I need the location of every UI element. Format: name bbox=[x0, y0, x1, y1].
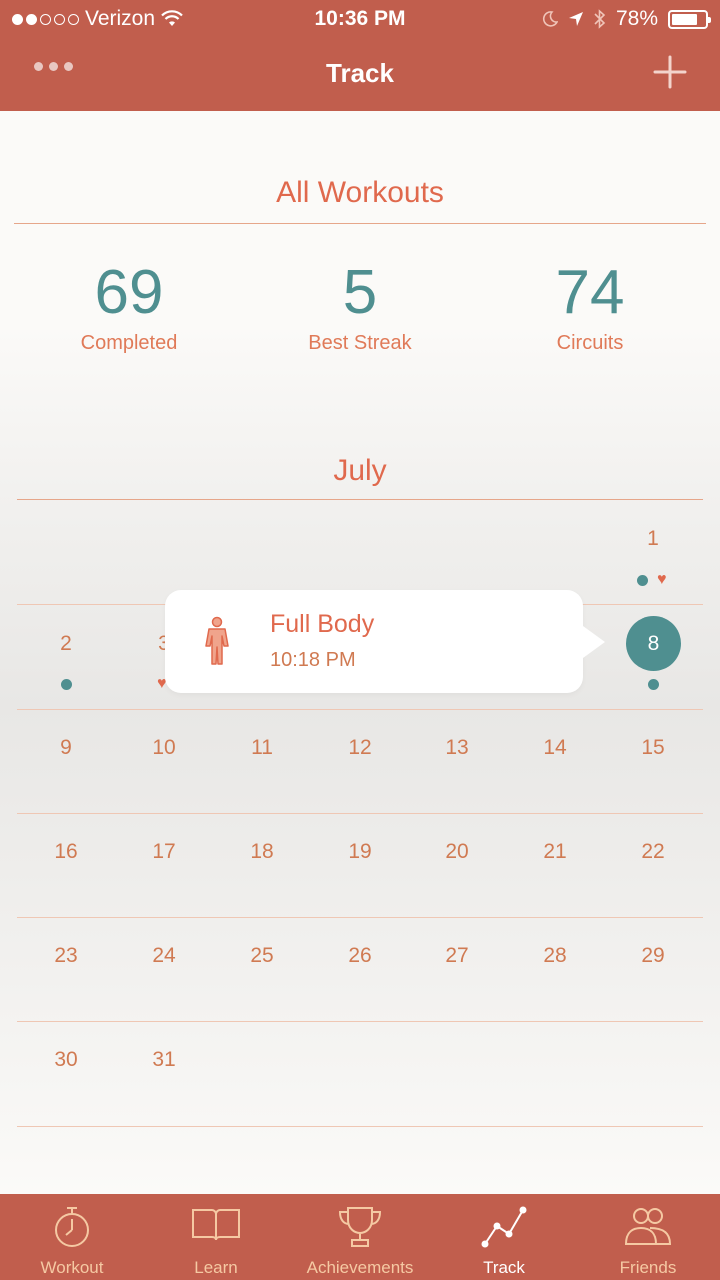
calendar-day[interactable]: 14 bbox=[525, 736, 585, 760]
calendar-day[interactable]: 20 bbox=[427, 840, 487, 864]
calendar-day[interactable]: 28 bbox=[525, 944, 585, 968]
stat-value: 74 bbox=[555, 258, 625, 327]
stat-label: Circuits bbox=[556, 332, 624, 354]
add-button[interactable] bbox=[652, 54, 688, 90]
calendar-row-divider bbox=[17, 1126, 703, 1127]
workout-popup[interactable]: Full Body 10:18 PM bbox=[165, 590, 605, 693]
calendar-day[interactable]: 25 bbox=[232, 944, 292, 968]
header-bar: Verizon 10:36 PM 78% Track bbox=[0, 0, 720, 111]
body-figure-icon bbox=[205, 616, 229, 665]
tab-label: Achievements bbox=[306, 1258, 414, 1277]
stopwatch-icon bbox=[55, 1207, 89, 1247]
calendar-day[interactable]: 1 bbox=[623, 527, 683, 551]
tab-learn[interactable]: Learn bbox=[144, 1194, 288, 1280]
tab-label: Workout bbox=[40, 1258, 104, 1277]
tab-track[interactable]: Track bbox=[432, 1194, 576, 1280]
stat-best-streak: 5 Best Streak bbox=[245, 262, 475, 355]
calendar-day[interactable]: 10 bbox=[134, 736, 194, 760]
bluetooth-icon bbox=[594, 9, 606, 29]
calendar-day[interactable]: 24 bbox=[134, 944, 194, 968]
calendar-month: July bbox=[333, 454, 387, 487]
chart-line-icon bbox=[481, 1206, 527, 1248]
workout-dot-icon bbox=[61, 679, 72, 690]
calendar-day[interactable]: 30 bbox=[36, 1048, 96, 1072]
calendar-day[interactable]: 26 bbox=[330, 944, 390, 968]
status-right: 78% bbox=[542, 7, 711, 31]
calendar-day[interactable]: 9 bbox=[36, 736, 96, 760]
stat-label: Completed bbox=[80, 332, 178, 354]
page-title: Track bbox=[326, 58, 394, 88]
calendar-day[interactable]: 23 bbox=[36, 944, 96, 968]
trophy-icon bbox=[338, 1207, 382, 1247]
calendar-day[interactable]: 11 bbox=[232, 736, 292, 760]
calendar-day[interactable]: 16 bbox=[36, 840, 96, 864]
calendar-day[interactable]: 17 bbox=[134, 840, 194, 864]
calendar-day[interactable]: 2 bbox=[36, 632, 96, 656]
workout-dot-icon bbox=[648, 679, 659, 690]
stat-label: Best Streak bbox=[308, 332, 412, 354]
battery-icon bbox=[668, 9, 711, 29]
tab-achievements[interactable]: Achievements bbox=[288, 1194, 432, 1280]
stat-value: 69 bbox=[94, 258, 164, 327]
calendar-row-divider bbox=[17, 917, 703, 918]
calendar-row-divider bbox=[17, 709, 703, 710]
calendar-row-divider bbox=[17, 1021, 703, 1022]
calendar-day[interactable]: 27 bbox=[427, 944, 487, 968]
tab-workout[interactable]: Workout bbox=[0, 1194, 144, 1280]
status-bar: Verizon 10:36 PM 78% bbox=[0, 0, 720, 40]
workout-dot-icon bbox=[637, 575, 648, 586]
popup-workout-time: 10:18 PM bbox=[270, 649, 356, 671]
tab-bar: Workout Learn Achievements Track Friends bbox=[0, 1194, 720, 1280]
calendar-day[interactable]: 18 bbox=[232, 840, 292, 864]
moon-icon bbox=[542, 11, 558, 27]
tab-label: Learn bbox=[194, 1258, 238, 1277]
book-icon bbox=[192, 1209, 240, 1241]
tab-label: Friends bbox=[619, 1258, 677, 1277]
calendar-day[interactable]: 12 bbox=[330, 736, 390, 760]
calendar-day[interactable]: 29 bbox=[623, 944, 683, 968]
selected-day[interactable]: 8 bbox=[626, 616, 681, 671]
heart-icon: ♥ bbox=[657, 571, 667, 588]
calendar-day[interactable]: 31 bbox=[134, 1048, 194, 1072]
calendar-day[interactable]: 13 bbox=[427, 736, 487, 760]
summary-title: All Workouts bbox=[276, 176, 444, 209]
calendar-divider bbox=[17, 499, 703, 500]
calendar-day[interactable]: 15 bbox=[623, 736, 683, 760]
calendar-day[interactable]: 21 bbox=[525, 840, 585, 864]
calendar-row-divider bbox=[17, 813, 703, 814]
calendar-day[interactable]: 19 bbox=[330, 840, 390, 864]
stat-completed: 69 Completed bbox=[14, 262, 244, 355]
tab-label: Track bbox=[483, 1258, 525, 1277]
stat-value: 5 bbox=[342, 258, 378, 327]
people-icon bbox=[624, 1208, 672, 1245]
stat-circuits: 74 Circuits bbox=[475, 262, 705, 355]
location-arrow-icon bbox=[568, 12, 583, 26]
popup-workout-title: Full Body bbox=[270, 610, 375, 638]
battery-percent: 78% bbox=[615, 7, 658, 30]
tab-friends[interactable]: Friends bbox=[576, 1194, 720, 1280]
summary-divider bbox=[14, 223, 706, 224]
calendar-day[interactable]: 22 bbox=[623, 840, 683, 864]
